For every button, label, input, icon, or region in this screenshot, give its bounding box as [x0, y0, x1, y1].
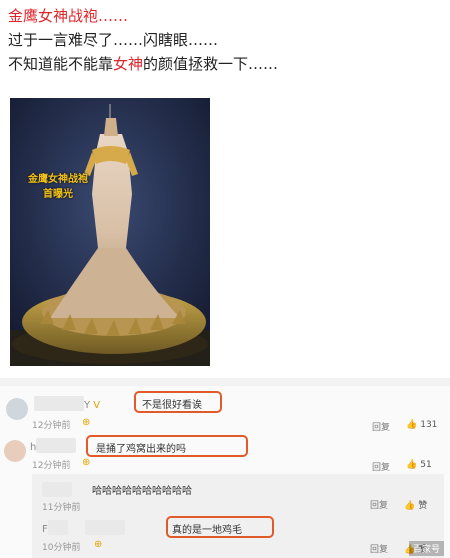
- section-divider: [0, 378, 450, 386]
- post-image[interactable]: 金鹰女神战袍 首曝光: [10, 98, 210, 366]
- reply-time: 11分钟前: [42, 503, 81, 513]
- reply-button[interactable]: 回复: [370, 542, 388, 555]
- comment-time: 12分钟前: [32, 421, 71, 431]
- image-caption-line: 首曝光: [43, 189, 73, 200]
- username-head: F: [42, 524, 48, 535]
- like-button[interactable]: 👍 131: [406, 420, 437, 430]
- reply-button[interactable]: 回复: [370, 498, 388, 511]
- highlight-box: [134, 391, 222, 413]
- comments-section: 用户名用户Y V 不是很好看诶 12分钟前 ⊕ 回复 👍131 h用户名字 是捅…: [0, 386, 450, 558]
- post-text-segment: 不知道能不能靠: [8, 55, 114, 73]
- emoji-icon: ⊕: [94, 539, 103, 550]
- reply-time: 10分钟前: [42, 543, 81, 553]
- thumbs-up-icon: 👍: [406, 420, 418, 430]
- avatar[interactable]: [6, 398, 28, 420]
- emoji-icon: ⊕: [82, 417, 91, 428]
- username-tail: Y: [84, 400, 91, 411]
- reply-item: F用户 用户名字 真的是一地鸡毛 10分钟前 ⊕ 回复 👍赞: [0, 516, 450, 556]
- reply-text: 哈哈哈哈哈哈哈哈哈哈: [92, 486, 192, 497]
- like-button[interactable]: 👍 赞: [404, 498, 427, 511]
- comment-username[interactable]: h用户名字: [30, 438, 77, 453]
- post-title-line: 金鹰女神战袍……: [8, 7, 129, 25]
- like-count: 51: [420, 460, 432, 470]
- post-text-line: 不知道能不能靠女神的颜值拯救一下……: [8, 52, 448, 76]
- comment-item: h用户名字 是捅了鸡窝出来的吗 12分钟前 ⊕ 回复 👍51: [0, 434, 450, 474]
- post-highlight-word: 女神: [113, 55, 144, 73]
- watermark: 百家号: [408, 541, 444, 556]
- reply-username[interactable]: 用户名: [42, 482, 72, 497]
- reply-button[interactable]: 回复: [372, 420, 390, 433]
- comment-time: 12分钟前: [32, 461, 71, 471]
- emoji-icon: ⊕: [82, 457, 91, 468]
- post-text-segment: 的颜值拯救一下……: [143, 55, 279, 73]
- comment-username[interactable]: 用户名用户Y V: [34, 396, 100, 411]
- post-text-line: 过于一言难尽了……闪瞎眼……: [8, 31, 219, 49]
- comment-item: 用户名用户Y V 不是很好看诶 12分钟前 ⊕ 回复 👍131: [0, 391, 450, 436]
- like-label: 赞: [418, 501, 428, 511]
- image-caption: 金鹰女神战袍 首曝光: [28, 172, 88, 202]
- post-body: 金鹰女神战袍…… 过于一言难尽了……闪瞎眼…… 不知道能不能靠女神的颜值拯救一下…: [8, 4, 448, 76]
- reply-item: 用户名 哈哈哈哈哈哈哈哈哈哈 11分钟前 回复 👍赞: [0, 478, 450, 514]
- image-caption-line: 金鹰女神战袍: [28, 174, 88, 185]
- like-count: 131: [420, 420, 438, 430]
- highlight-box: [166, 516, 274, 538]
- reply-username[interactable]: F用户 用户名字: [42, 520, 125, 535]
- thumbs-up-icon: 👍: [404, 501, 416, 511]
- avatar[interactable]: [4, 440, 26, 462]
- gown-illustration: [10, 98, 210, 366]
- thumbs-up-icon: 👍: [406, 460, 418, 470]
- reply-button[interactable]: 回复: [372, 460, 390, 473]
- like-button[interactable]: 👍 51: [406, 460, 432, 470]
- vip-badge-icon: V: [93, 400, 101, 411]
- highlight-box: [86, 435, 248, 457]
